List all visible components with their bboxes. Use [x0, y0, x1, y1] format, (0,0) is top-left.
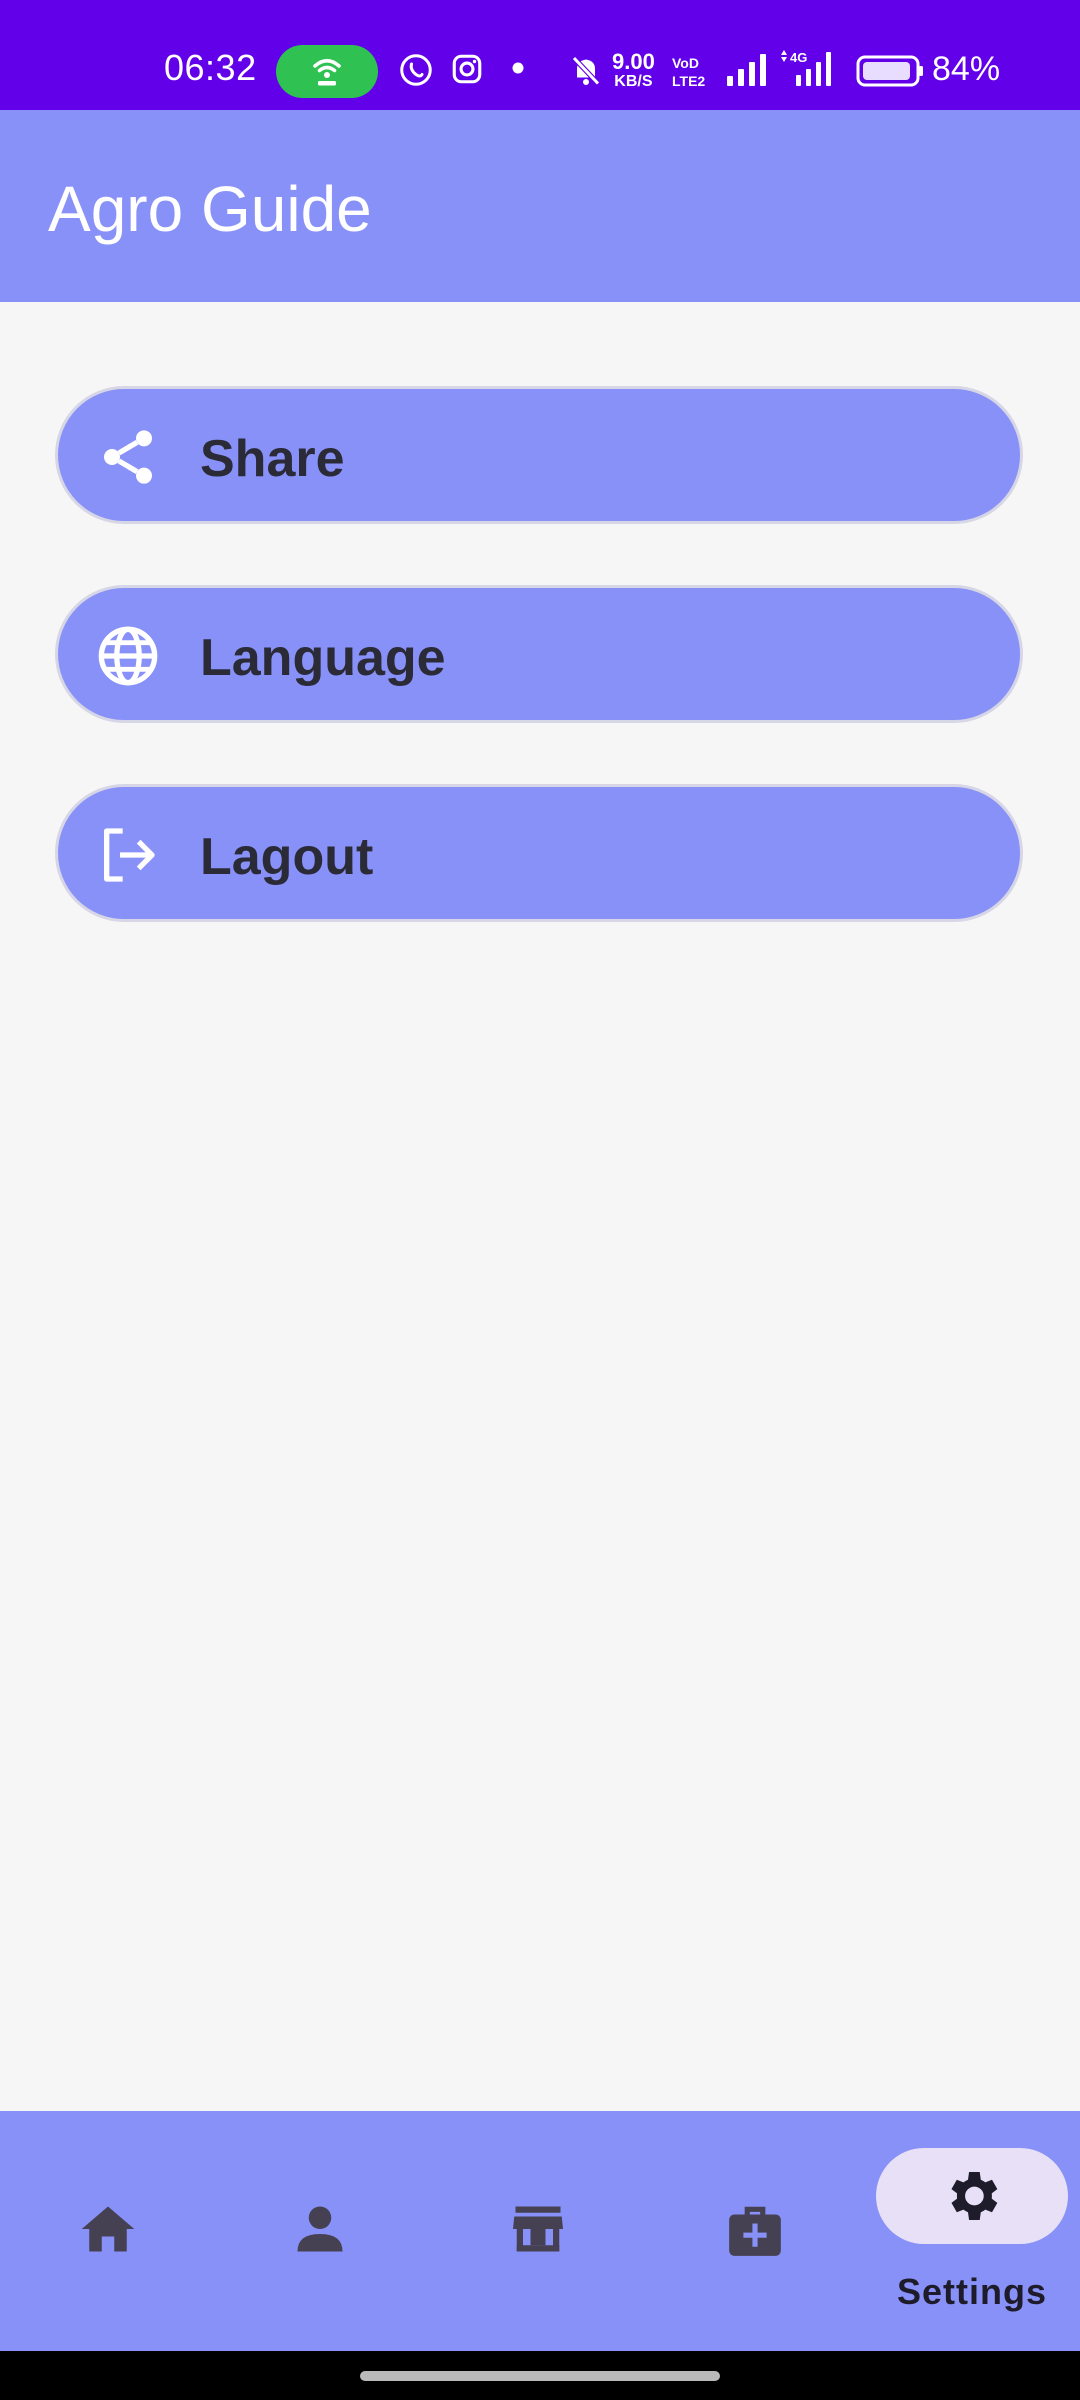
instagram-icon — [452, 54, 482, 84]
dot-icon — [512, 62, 524, 74]
language-label: Language — [200, 629, 446, 687]
battery-icon — [856, 55, 923, 87]
mute-icon — [572, 56, 600, 86]
gesture-bar — [0, 2351, 1080, 2400]
nav-medical[interactable] — [648, 2111, 864, 2351]
language-button[interactable]: Language — [55, 585, 1023, 723]
net-speed-unit: KB/S — [614, 73, 653, 90]
logout-icon — [104, 828, 155, 882]
signal-icon — [727, 54, 766, 86]
share-label: Share — [200, 430, 345, 488]
person-icon — [297, 2206, 343, 2252]
settings-active-indicator[interactable] — [876, 2148, 1068, 2244]
volte-indicator: VoD LTE2 — [672, 54, 705, 90]
battery-percent: 84% — [932, 50, 1001, 88]
volte-bottom: LTE2 — [672, 73, 706, 89]
store-icon — [513, 2206, 563, 2252]
hotspot-icon — [313, 58, 341, 86]
medical-kit-icon — [729, 2206, 781, 2256]
gear-icon — [951, 2172, 998, 2220]
whatsapp-icon — [400, 54, 432, 86]
volte-top: VoD — [672, 55, 699, 71]
share-icon — [104, 430, 152, 484]
share-button[interactable]: Share — [55, 386, 1023, 524]
net-speed-value: 9.00 — [612, 49, 655, 74]
logout-label: Lagout — [200, 828, 374, 886]
hotspot-indicator — [276, 45, 378, 98]
app-bar: Agro Guide — [0, 110, 1080, 302]
net-speed: 9.00 KB/S — [612, 49, 655, 92]
globe-icon — [98, 626, 158, 686]
gesture-handle[interactable] — [360, 2371, 720, 2381]
nav-profile[interactable] — [216, 2111, 432, 2351]
signal-4g-icon: 4G — [781, 50, 831, 86]
bottom-nav: Settings — [0, 2111, 1080, 2351]
page-title: Agro Guide — [48, 173, 372, 245]
nav-store[interactable] — [432, 2111, 648, 2351]
logout-button[interactable]: Lagout — [55, 784, 1023, 922]
settings-label: Settings — [896, 2271, 1047, 2312]
status-bar: 06:32 9.00 KB/S VoD LTE2 4G 84% — [0, 0, 1080, 110]
status-time: 06:32 — [164, 47, 257, 88]
network-type-label: 4G — [790, 50, 807, 65]
home-icon — [81, 2206, 135, 2252]
nav-home[interactable] — [0, 2111, 216, 2351]
